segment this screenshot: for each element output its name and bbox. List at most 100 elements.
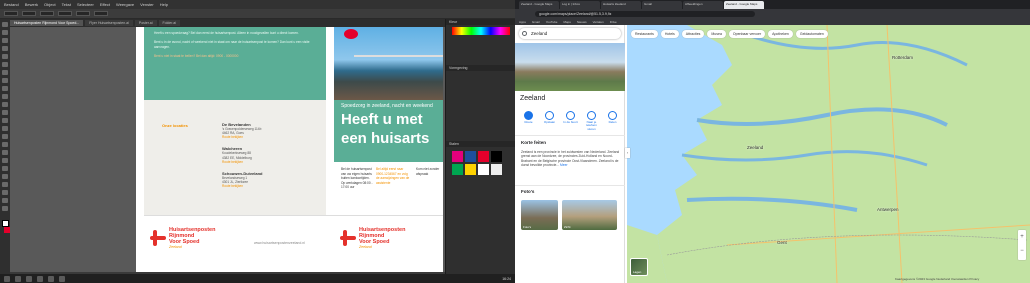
browser-tab[interactable]: Zeeland - Google Maps (519, 1, 559, 9)
color-panel-header[interactable]: Kleur (446, 19, 515, 25)
chip-museums[interactable]: Musea (707, 30, 726, 38)
chip-hotels[interactable]: Hotels (660, 30, 679, 38)
swatch[interactable] (452, 151, 463, 162)
menu-type[interactable]: Tekst (62, 2, 71, 7)
chip-transit[interactable]: Openbaar vervoer (728, 30, 766, 38)
bookmark[interactable]: Maps (563, 20, 570, 24)
map-canvas[interactable]: Rotterdam Antwerpen Gent Zeeland (627, 25, 1030, 283)
photoshop-icon[interactable] (59, 275, 65, 282)
eyedropper-icon[interactable] (2, 150, 8, 155)
layers-button[interactable]: Lagen (630, 258, 648, 276)
magic-wand-icon[interactable] (2, 38, 8, 43)
swatches-panel-header[interactable]: Stalen (446, 141, 515, 147)
swatch[interactable] (465, 164, 476, 175)
bookmark[interactable]: Apps (519, 20, 526, 24)
menu-select[interactable]: Selecteer (77, 2, 94, 7)
bookmark[interactable]: YouTube (546, 20, 558, 24)
bookmark[interactable]: Nieuws (577, 20, 587, 24)
line-tool-icon[interactable] (2, 62, 8, 67)
menu-effect[interactable]: Effect (100, 2, 110, 7)
swatch[interactable] (491, 164, 502, 175)
swatch[interactable] (478, 164, 489, 175)
doc-tab-3[interactable]: Poster.ai (134, 20, 157, 26)
menu-window[interactable]: Venster (140, 2, 154, 7)
swatch[interactable] (478, 151, 489, 162)
pen-tool-icon[interactable] (2, 46, 8, 51)
blend-tool-icon[interactable] (2, 158, 8, 163)
browser-tab[interactable]: Gmail (642, 1, 682, 9)
bookmark[interactable]: Vertalen (593, 20, 604, 24)
browser-tab-active[interactable]: Zeeland - Google Maps (724, 1, 764, 9)
search-input[interactable]: Zeeland (519, 28, 621, 39)
free-transform-icon[interactable] (2, 126, 8, 131)
transform-control[interactable] (94, 11, 108, 16)
search-icon[interactable] (522, 31, 527, 36)
align-control[interactable] (76, 11, 90, 16)
zoom-tool-icon[interactable] (2, 206, 8, 211)
width-tool-icon[interactable] (2, 118, 8, 123)
photo-thumb[interactable]: Foto's (521, 200, 558, 230)
chip-restaurants[interactable]: Restaurants (631, 30, 658, 38)
save-button[interactable]: Opslaan (542, 111, 557, 131)
selection-tool-icon[interactable] (2, 22, 8, 27)
menu-help[interactable]: Help (160, 2, 168, 7)
slice-tool-icon[interactable] (2, 190, 8, 195)
doc-tab-2[interactable]: Flyer Huisartsenposten.ai (85, 20, 133, 26)
chip-attractions[interactable]: Attracties (681, 30, 705, 38)
brush-tool-icon[interactable] (2, 78, 8, 83)
doc-tab-1[interactable]: Huisartsenposten Rijnmond Voor Spoed... (10, 20, 84, 26)
menu-file[interactable]: Bestand (4, 2, 19, 7)
menu-edit[interactable]: Bewerk (25, 2, 38, 7)
pencil-tool-icon[interactable] (2, 86, 8, 91)
browser-tab[interactable]: Afbeeldingen (683, 1, 723, 9)
browser-tab[interactable]: Huisarts Zeeland (601, 1, 641, 9)
color-spectrum[interactable] (452, 27, 510, 35)
nearby-button[interactable]: In de buurt (563, 111, 578, 131)
illustrator-icon[interactable] (48, 275, 54, 282)
swatch[interactable] (465, 151, 476, 162)
shape-builder-icon[interactable] (2, 134, 8, 139)
style-control[interactable] (58, 11, 72, 16)
chip-atms[interactable]: Geldautomaten (795, 30, 828, 38)
rotate-tool-icon[interactable] (2, 102, 8, 107)
address-bar[interactable]: google.com/maps/place/Zeeland/@51.5,3.9,… (535, 10, 755, 17)
summary-more-link[interactable]: Meer (560, 163, 568, 167)
chrome-icon[interactable] (37, 275, 43, 282)
stroke-control[interactable] (22, 11, 36, 16)
gradient-tool-icon[interactable] (2, 142, 8, 147)
type-tool-icon[interactable] (2, 54, 8, 59)
symbol-sprayer-icon[interactable] (2, 166, 8, 171)
photo-thumb[interactable]: Zicht (562, 200, 617, 230)
bookmark[interactable]: Gmail (532, 20, 540, 24)
zoom-in-button[interactable]: + (1018, 230, 1026, 244)
direct-selection-tool-icon[interactable] (2, 30, 8, 35)
fill-swatch[interactable] (1, 220, 9, 227)
swatch[interactable] (491, 151, 502, 162)
browser-tab[interactable]: Log in | Inbox (560, 1, 600, 9)
search-icon[interactable] (15, 275, 21, 282)
windows-start-icon[interactable] (4, 275, 10, 282)
doc-tab-4[interactable]: Folder.ai (158, 20, 180, 26)
artboard[interactable]: Heeft u een spoedvraag? Bel dan eerst de… (136, 27, 443, 272)
graph-tool-icon[interactable] (2, 174, 8, 179)
fill-control[interactable] (4, 11, 18, 16)
menu-view[interactable]: Weergave (116, 2, 134, 7)
chip-pharmacies[interactable]: Apotheken (768, 30, 793, 38)
opacity-control[interactable] (40, 11, 54, 16)
appearance-panel-header[interactable]: Vormgeving (446, 65, 515, 71)
bookmark[interactable]: Drive (610, 20, 617, 24)
hand-tool-icon[interactable] (2, 198, 8, 203)
swatch[interactable] (452, 164, 463, 175)
scale-tool-icon[interactable] (2, 110, 8, 115)
collapse-panel-button[interactable]: ‹ (625, 148, 630, 158)
rectangle-tool-icon[interactable] (2, 70, 8, 75)
place-hero-photo[interactable] (515, 43, 625, 91)
zoom-out-button[interactable]: − (1018, 244, 1026, 258)
route-button[interactable]: Route (521, 111, 536, 131)
menu-object[interactable]: Object (44, 2, 56, 7)
canvas[interactable]: Heeft u een spoedvraag? Bel dan eerst de… (10, 27, 445, 272)
share-button[interactable]: Delen (605, 111, 620, 131)
eraser-tool-icon[interactable] (2, 94, 8, 99)
file-explorer-icon[interactable] (26, 275, 32, 282)
send-to-phone-button[interactable]: Naar je telefoon sturen (584, 111, 599, 131)
